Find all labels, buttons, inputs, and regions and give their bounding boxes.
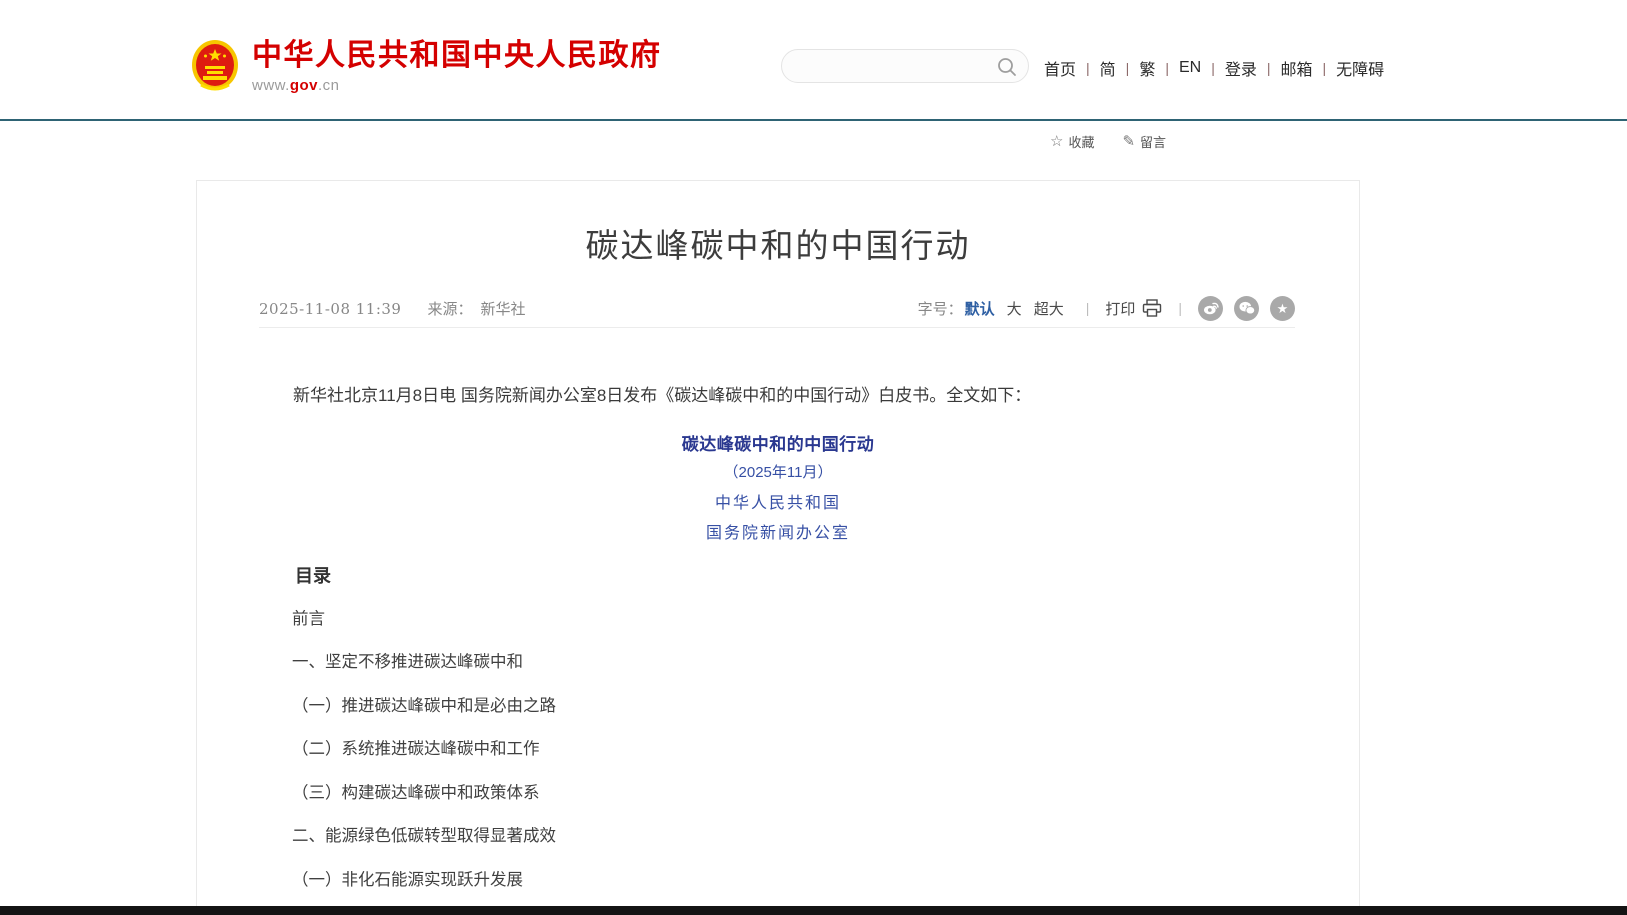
document-title: 碳达峰碳中和的中国行动 bbox=[197, 430, 1359, 455]
toc-item: （一）非化石能源实现跃升发展 bbox=[259, 866, 1295, 890]
meta-separator: | bbox=[1178, 300, 1182, 316]
qzone-star-glyph: ★ bbox=[1277, 302, 1289, 315]
comment-label: 留言 bbox=[1140, 132, 1166, 151]
site-url-suffix: .cn bbox=[318, 77, 340, 94]
site-url-gov: gov bbox=[290, 77, 318, 94]
meta-separator: | bbox=[1086, 300, 1090, 316]
toc-item: （三）构建碳达峰碳中和政策体系 bbox=[259, 779, 1295, 803]
article-meta-left: 2025-11-08 11:39 来源： 新华社 bbox=[259, 298, 526, 319]
nav-item-login[interactable]: 登录 bbox=[1225, 56, 1257, 80]
nav-item-accessibility[interactable]: 无障碍 bbox=[1336, 56, 1384, 80]
page-tools: ☆ 收藏 ✎ 留言 bbox=[1050, 132, 1166, 151]
nav-separator: | bbox=[1165, 60, 1169, 76]
fontsize-xlarge-button[interactable]: 超大 bbox=[1034, 298, 1064, 319]
nav-item-mail[interactable]: 邮箱 bbox=[1281, 56, 1313, 80]
nav-separator: | bbox=[1323, 60, 1327, 76]
favorite-label: 收藏 bbox=[1068, 132, 1094, 151]
page: 中华人民共和国中央人民政府 www.gov.cn 首页 | 简 | 繁 | EN | 登… bbox=[0, 0, 1627, 915]
article-meta-right: 字号： 默认 大 超大 | 打印 | bbox=[918, 296, 1295, 321]
document-date: （2025年11月） bbox=[197, 461, 1359, 482]
document-org-line2: 国务院新闻办公室 bbox=[197, 519, 1359, 543]
publish-date: 2025-11-08 11:39 bbox=[259, 300, 401, 318]
nav-separator: | bbox=[1211, 60, 1215, 76]
search-box bbox=[781, 49, 1029, 83]
nav-separator: | bbox=[1267, 60, 1271, 76]
site-url-prefix: www. bbox=[252, 77, 290, 94]
top-nav: 首页 | 简 | 繁 | EN | 登录 | 邮箱 | 无障碍 bbox=[1044, 56, 1384, 80]
printer-icon bbox=[1142, 299, 1162, 317]
nav-item-traditional[interactable]: 繁 bbox=[1139, 56, 1155, 80]
toc-item: （一）推进碳达峰碳中和是必由之路 bbox=[259, 692, 1295, 716]
lead-paragraph: 新华社北京11月8日电 国务院新闻办公室8日发布《碳达峰碳中和的中国行动》白皮书… bbox=[259, 382, 1295, 409]
star-icon: ☆ bbox=[1050, 134, 1063, 149]
fontsize-large-button[interactable]: 大 bbox=[1007, 298, 1022, 319]
brand-text: 中华人民共和国中央人民政府 www.gov.cn bbox=[252, 39, 662, 94]
nav-item-home[interactable]: 首页 bbox=[1044, 56, 1076, 80]
nav-separator: | bbox=[1086, 60, 1090, 76]
bottom-edge-bar bbox=[0, 906, 1627, 915]
toc-item: （二）系统推进碳达峰碳中和工作 bbox=[259, 735, 1295, 759]
toc-item: 二、能源绿色低碳转型取得显著成效 bbox=[259, 822, 1295, 846]
article-meta-row: 2025-11-08 11:39 来源： 新华社 字号： 默认 大 超大 | 打… bbox=[259, 295, 1295, 321]
share-group: ★ bbox=[1198, 296, 1295, 321]
article-source: 新华社 bbox=[481, 298, 526, 319]
source-label: 来源： bbox=[427, 298, 472, 319]
fontsize-label: 字号： bbox=[918, 298, 963, 319]
share-wechat-icon[interactable] bbox=[1234, 296, 1259, 321]
site-title: 中华人民共和国中央人民政府 bbox=[252, 39, 662, 72]
print-button[interactable]: 打印 bbox=[1105, 298, 1162, 319]
fontsize-default-button[interactable]: 默认 bbox=[965, 298, 995, 319]
nav-item-simplified[interactable]: 简 bbox=[1100, 56, 1116, 80]
comment-button[interactable]: ✎ 留言 bbox=[1122, 132, 1166, 151]
favorite-button[interactable]: ☆ 收藏 bbox=[1050, 132, 1094, 151]
nav-item-english[interactable]: EN bbox=[1179, 59, 1201, 77]
site-logo-link[interactable]: 中华人民共和国中央人民政府 www.gov.cn bbox=[191, 38, 662, 94]
nav-separator: | bbox=[1126, 60, 1130, 76]
print-label: 打印 bbox=[1105, 298, 1135, 319]
site-header: 中华人民共和国中央人民政府 www.gov.cn 首页 | 简 | 繁 | EN | 登… bbox=[0, 0, 1627, 121]
toc-item: 前言 bbox=[259, 605, 1295, 629]
search-input[interactable] bbox=[798, 51, 993, 81]
pencil-icon: ✎ bbox=[1122, 134, 1135, 149]
search-icon[interactable] bbox=[997, 57, 1017, 77]
toc-heading: 目录 bbox=[259, 562, 1295, 588]
site-url: www.gov.cn bbox=[252, 77, 662, 94]
toc-item: 一、坚定不移推进碳达峰碳中和 bbox=[259, 648, 1295, 672]
article-title: 碳达峰碳中和的中国行动 bbox=[197, 219, 1359, 267]
national-emblem-icon bbox=[191, 38, 239, 94]
document-org-line1: 中华人民共和国 bbox=[197, 489, 1359, 513]
share-weibo-icon[interactable] bbox=[1198, 296, 1223, 321]
share-qzone-icon[interactable]: ★ bbox=[1270, 296, 1295, 321]
meta-divider bbox=[259, 327, 1295, 328]
article-card: 碳达峰碳中和的中国行动 2025-11-08 11:39 来源： 新华社 字号：… bbox=[196, 180, 1360, 915]
